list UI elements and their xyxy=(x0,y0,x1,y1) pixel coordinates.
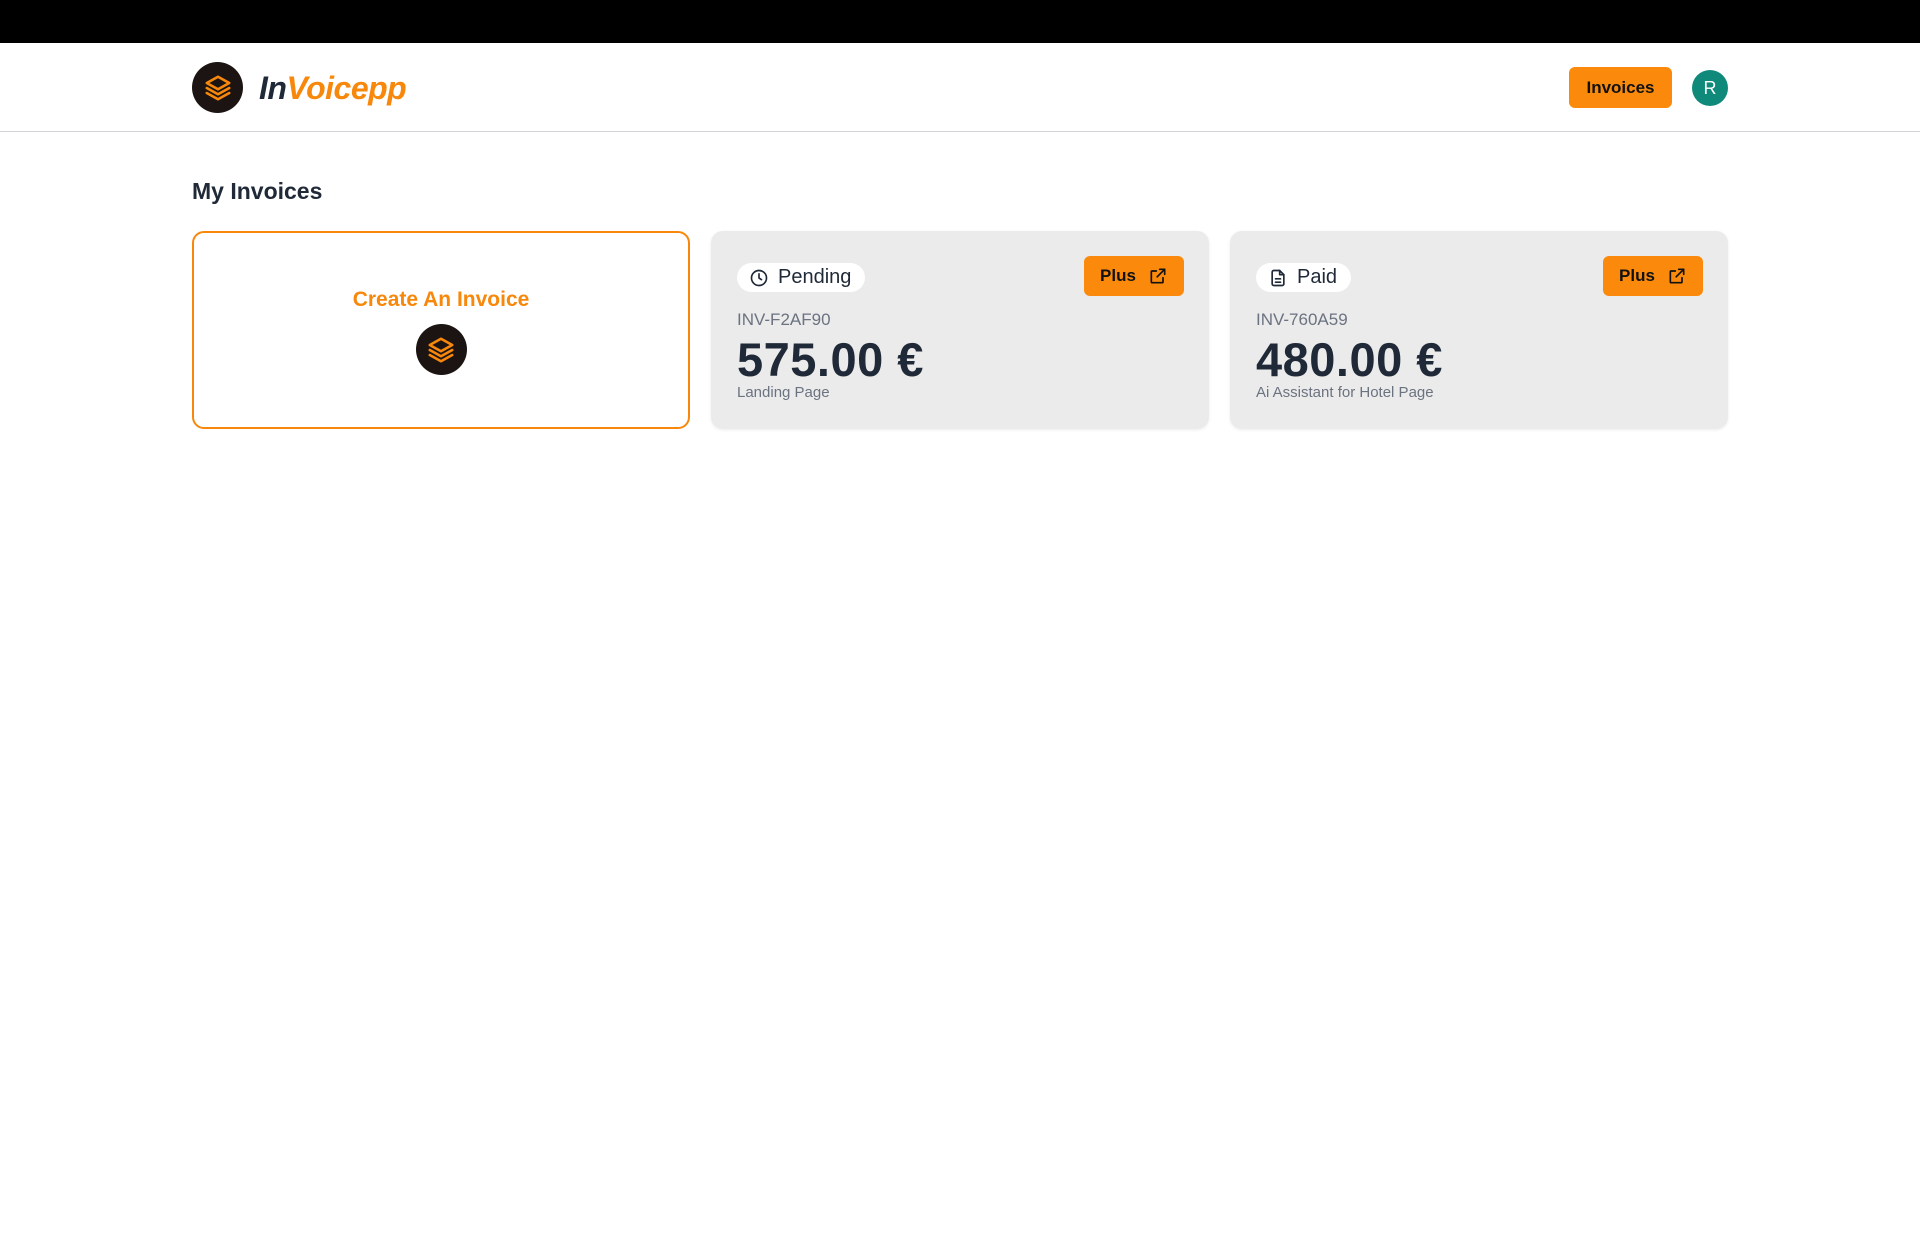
app-name-part2: Voicepp xyxy=(286,69,407,106)
plus-button[interactable]: Plus xyxy=(1603,256,1703,296)
plus-button-label: Plus xyxy=(1619,266,1655,285)
create-invoice-label: Create An Invoice xyxy=(352,288,530,311)
app-name: InVoicepp xyxy=(259,69,407,106)
top-black-bar xyxy=(0,0,1920,43)
invoice-description: Landing Page xyxy=(737,384,830,401)
invoice-amount: 575.00 € xyxy=(737,333,924,386)
layers-icon xyxy=(192,62,243,113)
app-name-part1: In xyxy=(259,69,287,106)
external-link-icon xyxy=(1667,266,1687,286)
invoices-nav-button[interactable]: Invoices xyxy=(1569,67,1672,108)
plus-button[interactable]: Plus xyxy=(1084,256,1184,296)
header: InVoicepp Invoices R xyxy=(0,43,1920,132)
external-link-icon xyxy=(1148,266,1168,286)
status-badge: Paid xyxy=(1256,263,1352,292)
status-label: Paid xyxy=(1297,266,1338,288)
page-title: My Invoices xyxy=(192,178,323,204)
invoice-number: INV-F2AF90 xyxy=(737,310,831,329)
brand[interactable]: InVoicepp xyxy=(192,62,407,113)
layers-icon xyxy=(415,324,467,375)
invoice-card[interactable]: Pending Plus INV-F2AF90 575.00 € Landing… xyxy=(711,231,1209,429)
document-icon xyxy=(1268,268,1288,288)
plus-button-label: Plus xyxy=(1100,266,1136,285)
user-avatar[interactable]: R xyxy=(1692,70,1728,106)
invoice-number: INV-760A59 xyxy=(1256,310,1348,329)
status-label: Pending xyxy=(778,266,852,288)
invoice-description: Ai Assistant for Hotel Page xyxy=(1256,384,1434,401)
clock-icon xyxy=(749,268,769,288)
status-badge: Pending xyxy=(737,263,866,292)
invoice-card[interactable]: Paid Plus INV-760A59 480.00 € Ai Assista… xyxy=(1230,231,1728,429)
invoice-amount: 480.00 € xyxy=(1256,333,1443,386)
create-invoice-card[interactable]: Create An Invoice xyxy=(192,231,690,429)
